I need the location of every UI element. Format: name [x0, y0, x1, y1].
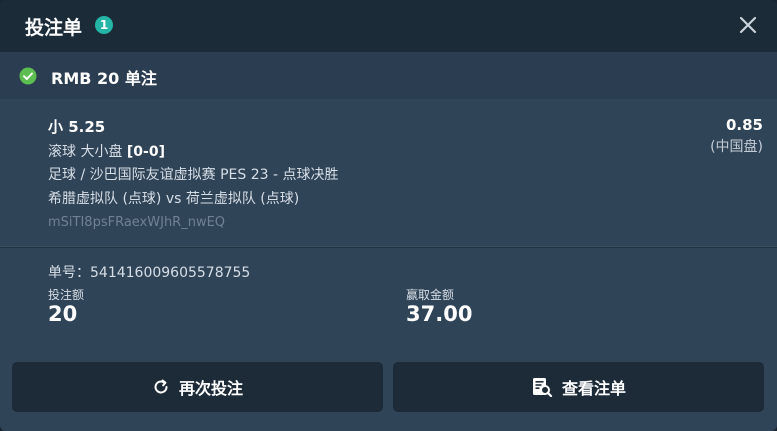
market-name: 滚球 大小盘: [48, 144, 123, 160]
bet-selection-card: 小 5.25 滚球 大小盘 [0-0] 足球 / 沙巴国际友谊虚拟赛 PES 2…: [0, 99, 777, 247]
rebet-button[interactable]: 再次投注: [12, 362, 383, 412]
check-circle-icon: [19, 67, 37, 85]
ticket-label: 单号：: [48, 265, 90, 281]
bet-selection: 小 5.25: [48, 118, 106, 136]
bet-market: 滚球 大小盘 [0-0]: [48, 141, 165, 161]
view-bets-button[interactable]: 查看注单: [393, 362, 764, 412]
bet-summary-label: RMB 20 单注: [51, 69, 157, 88]
ticket-value: 541416009605578755: [90, 265, 251, 281]
bet-actions: 再次投注 查看注单: [0, 350, 777, 431]
bet-slip-title: 投注单: [25, 17, 83, 39]
bet-info-section: 单号：541416009605578755 投注额 20 赢取金额 37.00: [0, 248, 777, 350]
view-bets-button-label: 查看注单: [561, 379, 626, 398]
bet-summary-bar: RMB 20 单注: [0, 52, 777, 99]
bet-count-badge: 1: [95, 16, 113, 34]
bet-odds: 0.85: [725, 116, 763, 134]
win-amount-label: 赢取金额: [406, 288, 455, 302]
match-score: [0-0]: [126, 144, 165, 160]
ticket-number: 单号：541416009605578755: [48, 262, 250, 282]
stake-value: 20: [48, 302, 78, 326]
bet-league: 足球 / 沙巴国际友谊虚拟赛 PES 23 - 点球决胜: [48, 167, 339, 183]
rebet-button-label: 再次投注: [178, 379, 243, 398]
receipt-search-icon: [531, 377, 553, 397]
bet-teams: 希腊虚拟队 (点球) vs 荷兰虚拟队 (点球): [48, 191, 300, 207]
bet-odds-type: (中国盘): [710, 139, 763, 155]
refresh-icon: [152, 378, 170, 396]
stake-label: 投注额: [48, 288, 85, 302]
close-icon[interactable]: [737, 14, 759, 36]
bet-reference-id: mSiTI8psFRaexWJhR_nwEQ: [48, 215, 226, 230]
bet-slip-header: 投注单 1: [0, 0, 777, 52]
win-amount-value: 37.00: [406, 302, 473, 326]
bet-slip-panel: 投注单 1 RMB 20 单注 小 5.25 滚球 大小盘 [0-0] 足球 /…: [0, 0, 777, 431]
